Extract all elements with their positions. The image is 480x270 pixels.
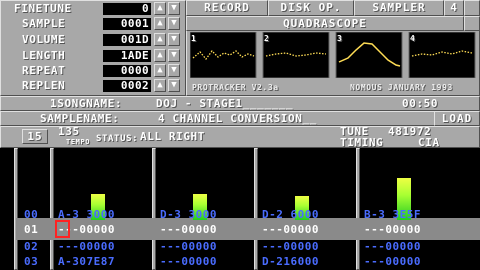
finetune-label: FINETUNE: [14, 2, 72, 15]
scope-channel-4: 4: [410, 34, 416, 43]
pattern-divider-3: [356, 148, 360, 270]
repeat-value[interactable]: 0000: [103, 65, 151, 77]
repeat-up-arrow-icon[interactable]: ▲: [154, 64, 166, 77]
edit-cursor[interactable]: [55, 220, 70, 238]
song-time: 00:50: [402, 97, 439, 110]
row-number-next2: 03: [24, 255, 39, 268]
ch2-current-note[interactable]: ---00000: [160, 224, 217, 235]
status-label: STATUS:: [96, 134, 139, 144]
credits-right: NOMOUS JANUARY 1993: [350, 83, 453, 92]
ch3-next2-note: D-216000: [262, 255, 319, 268]
scroll-corner[interactable]: [464, 0, 480, 16]
samplename-value[interactable]: 4 CHANNEL CONVERSION__: [158, 113, 317, 125]
ch3-prev-note: D-2 6000: [262, 208, 319, 221]
volume-label: VOLUME: [22, 33, 66, 46]
finetune-down-arrow-icon[interactable]: ▼: [168, 2, 180, 15]
length-up-arrow-icon[interactable]: ▲: [154, 49, 166, 62]
ch4-prev-note: B-3 3E5F: [364, 208, 421, 221]
status-text: ALL RIGHT: [140, 130, 206, 143]
ch1-next-note: ---00000: [58, 240, 115, 253]
length-down-arrow-icon[interactable]: ▼: [168, 49, 180, 62]
pattern-divider-1: [152, 148, 156, 270]
ch2-prev-note: D-3 3000: [160, 208, 217, 221]
ch3-next-note: ---00000: [262, 240, 319, 253]
tempo-label: TEMPO: [66, 138, 91, 146]
quadrascope-title: QUADRASCOPE: [186, 16, 464, 31]
sample-label: SAMPLE: [22, 17, 66, 30]
record-button[interactable]: RECORD: [186, 0, 268, 16]
sample-value[interactable]: 0001: [103, 18, 151, 30]
track-count-button[interactable]: 4: [444, 0, 464, 16]
songname-value[interactable]: DOJ - STAGE1_______: [156, 98, 293, 110]
finetune-value[interactable]: 0: [103, 3, 151, 15]
replen-down-arrow-icon[interactable]: ▼: [168, 79, 180, 92]
sampler-button[interactable]: SAMPLER: [354, 0, 444, 16]
length-value[interactable]: 1ADE: [103, 50, 151, 62]
ch2-next-note: ---00000: [160, 240, 217, 253]
octave-display[interactable]: 15: [22, 129, 48, 144]
pattern-divider-left: [14, 148, 18, 270]
scope-toggle-button[interactable]: [464, 16, 480, 31]
repeat-down-arrow-icon[interactable]: ▼: [168, 64, 180, 77]
ch4-current-note[interactable]: ---00000: [364, 224, 421, 235]
volume-up-arrow-icon[interactable]: ▲: [154, 33, 166, 46]
replen-value[interactable]: 0002: [103, 80, 151, 92]
replen-label: REPLEN: [22, 79, 66, 92]
ch3-current-note[interactable]: ---00000: [262, 224, 319, 235]
songname-label: 1SONGNAME:: [50, 97, 123, 110]
ch4-next-note: ---00000: [364, 240, 421, 253]
ch2-next2-note: ---00000: [160, 255, 217, 268]
repeat-label: REPEAT: [22, 64, 66, 77]
load-button[interactable]: LOAD: [434, 111, 480, 126]
replen-up-arrow-icon[interactable]: ▲: [154, 79, 166, 92]
sample-down-arrow-icon[interactable]: ▼: [168, 17, 180, 30]
ch1-next2-note: A-307E87: [58, 255, 115, 268]
pattern-divider-2: [254, 148, 258, 270]
volume-down-arrow-icon[interactable]: ▼: [168, 33, 180, 46]
quadrascope-scopes: [190, 32, 476, 78]
disk-op-button[interactable]: DISK OP.: [268, 0, 354, 16]
credits-left: PROTRACKER V2.3a: [192, 83, 279, 92]
ch4-next2-note: ---00000: [364, 255, 421, 268]
finetune-up-arrow-icon[interactable]: ▲: [154, 2, 166, 15]
tempo-value[interactable]: 135: [58, 126, 80, 138]
scope-channel-3: 3: [337, 34, 343, 43]
scope-channel-2: 2: [264, 34, 270, 43]
scope-channel-1: 1: [191, 34, 197, 43]
row-number-prev: 00: [24, 208, 39, 221]
pattern-divider-0: [50, 148, 54, 270]
ch1-prev-note: A-3 3000: [58, 208, 115, 221]
protracker-window: { "params": [ {"label": "FINETUNE", "val…: [0, 0, 480, 270]
samplename-label: SAMPLENAME:: [40, 112, 120, 125]
volume-value[interactable]: 001D: [103, 34, 151, 46]
length-label: LENGTH: [22, 49, 66, 62]
row-number-next: 02: [24, 240, 39, 253]
row-number-current: 01: [24, 223, 39, 236]
sample-up-arrow-icon[interactable]: ▲: [154, 17, 166, 30]
